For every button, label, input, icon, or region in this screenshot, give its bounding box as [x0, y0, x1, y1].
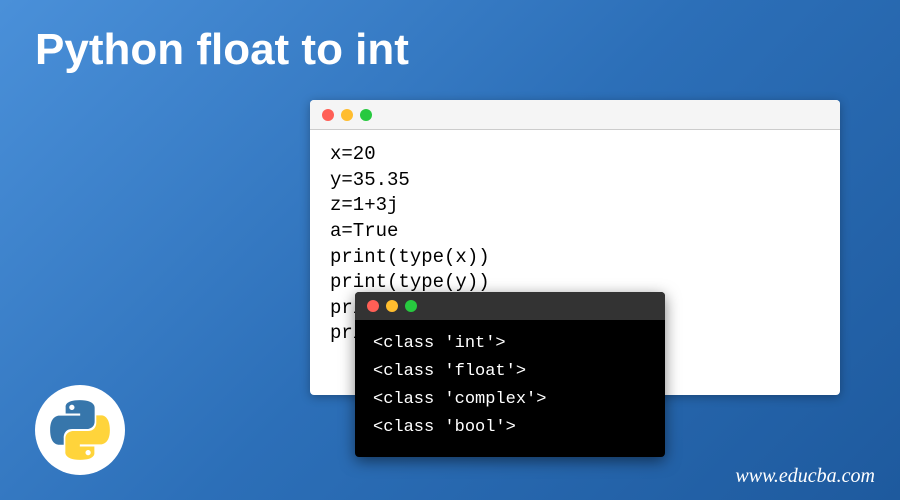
window-titlebar — [310, 100, 840, 130]
terminal-titlebar — [355, 292, 665, 320]
close-icon — [322, 109, 334, 121]
code-line: y=35.35 — [330, 168, 820, 194]
terminal-output: <class 'int'> <class 'float'> <class 'co… — [355, 320, 665, 452]
close-icon — [367, 300, 379, 312]
output-line: <class 'float'> — [373, 358, 647, 386]
minimize-icon — [341, 109, 353, 121]
output-line: <class 'bool'> — [373, 414, 647, 442]
terminal-window: <class 'int'> <class 'float'> <class 'co… — [355, 292, 665, 457]
maximize-icon — [360, 109, 372, 121]
python-logo-icon — [35, 385, 125, 475]
code-line: x=20 — [330, 142, 820, 168]
watermark-text: www.educba.com — [735, 465, 875, 488]
maximize-icon — [405, 300, 417, 312]
page-title: Python float to int — [35, 25, 409, 75]
python-icon — [49, 399, 111, 461]
minimize-icon — [386, 300, 398, 312]
code-line: a=True — [330, 219, 820, 245]
output-line: <class 'complex'> — [373, 386, 647, 414]
code-line: z=1+3j — [330, 193, 820, 219]
output-line: <class 'int'> — [373, 330, 647, 358]
code-line: print(type(x)) — [330, 245, 820, 271]
